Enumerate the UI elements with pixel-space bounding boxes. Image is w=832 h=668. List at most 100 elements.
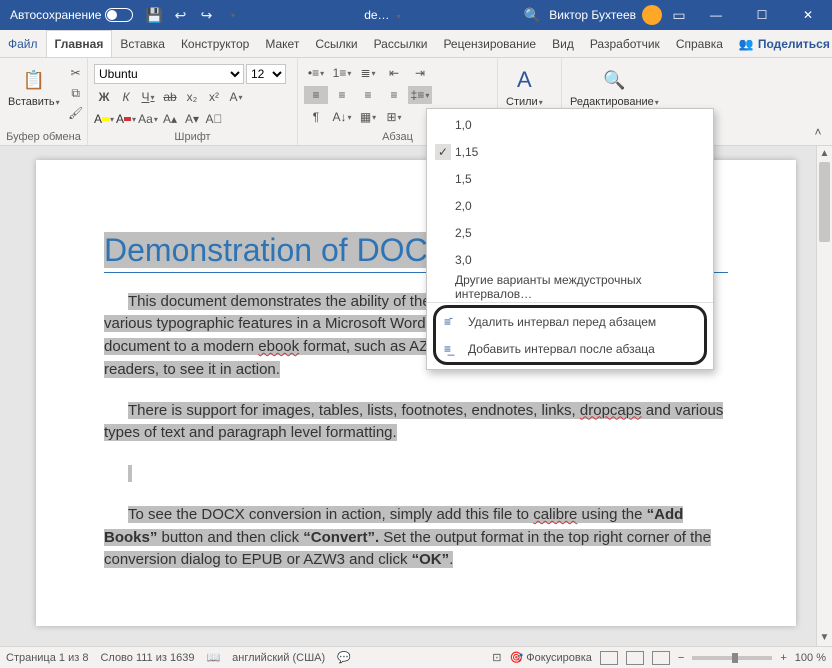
multilevel-button[interactable]: ≣: [356, 64, 380, 82]
paste-icon: 📋: [20, 66, 48, 94]
line-spacing-button[interactable]: ‡≡: [408, 86, 432, 104]
grow-font-button[interactable]: A▴: [160, 110, 180, 128]
view-print-icon[interactable]: [600, 651, 618, 665]
redo-icon[interactable]: ↪: [195, 4, 217, 26]
clear-format-button[interactable]: A⃠: [204, 110, 224, 128]
spacing-1-15[interactable]: 1,15: [427, 138, 713, 165]
superscript-button[interactable]: x²: [204, 88, 224, 106]
justify-button[interactable]: ≡: [382, 86, 406, 104]
search-icon[interactable]: 🔍: [521, 4, 543, 26]
sort-button[interactable]: A↓: [330, 108, 354, 126]
font-family-select[interactable]: Ubuntu: [94, 64, 244, 84]
increase-indent-button[interactable]: ⇥: [408, 64, 432, 82]
close-button[interactable]: ✕: [788, 0, 828, 30]
save-icon[interactable]: 💾: [143, 4, 165, 26]
title-bar: Автосохранение 💾 ↩ ↪ de… 🔍 Виктор Бухтее…: [0, 0, 832, 30]
tab-review[interactable]: Рецензирование: [435, 30, 544, 57]
spacing-1-0[interactable]: 1,0: [427, 111, 713, 138]
underline-button[interactable]: Ч: [138, 88, 158, 106]
maximize-button[interactable]: ☐: [742, 0, 782, 30]
spacing-1-5[interactable]: 1,5: [427, 165, 713, 192]
tab-insert[interactable]: Вставка: [112, 30, 173, 57]
status-page[interactable]: Страница 1 из 8: [6, 652, 88, 664]
scroll-up-icon[interactable]: ▲: [817, 146, 832, 162]
group-font-label: Шрифт: [94, 129, 291, 145]
tab-file[interactable]: Файл: [0, 30, 46, 57]
doc-paragraph-3: To see the DOCX conversion in action, si…: [104, 504, 728, 572]
strike-button[interactable]: ab: [160, 88, 180, 106]
status-words[interactable]: Слово 111 из 1639: [100, 652, 194, 664]
zoom-slider[interactable]: [692, 656, 772, 660]
status-accessibility-icon[interactable]: 💬: [337, 651, 351, 664]
autosave-toggle[interactable]: Автосохранение: [4, 8, 139, 22]
scroll-down-icon[interactable]: ▼: [817, 630, 832, 646]
bullets-button[interactable]: •≡: [304, 64, 328, 82]
align-right-button[interactable]: ≡: [356, 86, 380, 104]
line-spacing-menu: 1,0 1,15 1,5 2,0 2,5 3,0 Другие варианты…: [426, 108, 714, 370]
tab-home[interactable]: Главная: [46, 30, 113, 57]
view-read-icon[interactable]: [626, 651, 644, 665]
status-macro-icon[interactable]: ⊡: [492, 651, 501, 664]
format-painter-icon[interactable]: 🖌: [66, 104, 86, 122]
styles-button[interactable]: A Стили: [504, 64, 545, 110]
shading-button[interactable]: ▦: [356, 108, 380, 126]
tab-help[interactable]: Справка: [668, 30, 731, 57]
bold-button[interactable]: Ж: [94, 88, 114, 106]
collapse-ribbon-icon[interactable]: ˄: [808, 123, 828, 141]
align-left-button[interactable]: ≡: [304, 86, 328, 104]
align-center-button[interactable]: ≡: [330, 86, 354, 104]
spacing-2-5[interactable]: 2,5: [427, 219, 713, 246]
tab-layout[interactable]: Макет: [257, 30, 307, 57]
find-icon: 🔍: [600, 66, 628, 94]
vertical-scrollbar[interactable]: ▲ ▼: [816, 146, 832, 646]
autosave-label: Автосохранение: [10, 8, 101, 22]
italic-button[interactable]: К: [116, 88, 136, 106]
zoom-in-button[interactable]: +: [780, 652, 786, 664]
status-language[interactable]: английский (США): [232, 652, 325, 664]
qat-more-icon[interactable]: [221, 4, 243, 26]
tab-share[interactable]: 👥Поделиться: [731, 30, 832, 57]
spacing-2-0[interactable]: 2,0: [427, 192, 713, 219]
doc-name-dropdown-icon[interactable]: [396, 8, 401, 22]
document-name: de…: [364, 8, 389, 22]
numbering-button[interactable]: 1≡: [330, 64, 354, 82]
add-space-after[interactable]: ≡̲Добавить интервал после абзаца: [436, 335, 704, 362]
cut-icon[interactable]: ✂: [66, 64, 86, 82]
status-bar: Страница 1 из 8 Слово 111 из 1639 📖 англ…: [0, 646, 832, 668]
view-web-icon[interactable]: [652, 651, 670, 665]
tab-references[interactable]: Ссылки: [307, 30, 365, 57]
borders-button[interactable]: ⊞: [382, 108, 406, 126]
shrink-font-button[interactable]: A▾: [182, 110, 202, 128]
status-spellcheck-icon[interactable]: 📖: [206, 651, 220, 664]
zoom-out-button[interactable]: −: [678, 652, 684, 664]
status-focus[interactable]: 🎯 Фокусировка: [509, 651, 591, 664]
tab-view[interactable]: Вид: [544, 30, 582, 57]
toggle-off-icon: [105, 8, 133, 22]
spacing-3-0[interactable]: 3,0: [427, 246, 713, 273]
subscript-button[interactable]: x₂: [182, 88, 202, 106]
doc-paragraph-2: There is support for images, tables, lis…: [104, 400, 728, 446]
decrease-indent-button[interactable]: ⇤: [382, 64, 406, 82]
zoom-level[interactable]: 100 %: [795, 652, 826, 664]
ribbon-display-icon[interactable]: ▭: [668, 4, 690, 26]
text-effects-button[interactable]: A: [226, 88, 246, 106]
highlight-button[interactable]: A: [94, 110, 114, 128]
change-case-button[interactable]: Aa: [138, 110, 158, 128]
editing-button[interactable]: 🔍 Редактирование: [568, 64, 661, 110]
font-color-button[interactable]: A: [116, 110, 136, 128]
font-size-select[interactable]: 12: [246, 64, 286, 84]
tab-mailings[interactable]: Рассылки: [366, 30, 436, 57]
ribbon-tabs: Файл Главная Вставка Конструктор Макет С…: [0, 30, 832, 58]
remove-space-before[interactable]: ≡̄Удалить интервал перед абзацем: [436, 308, 704, 335]
spacing-more[interactable]: Другие варианты междустрочных интервалов…: [427, 273, 713, 300]
paste-button[interactable]: 📋 Вставить: [6, 64, 62, 110]
minimize-button[interactable]: —: [696, 0, 736, 30]
avatar[interactable]: [642, 5, 662, 25]
copy-icon[interactable]: ⧉: [66, 84, 86, 102]
undo-icon[interactable]: ↩: [169, 4, 191, 26]
show-marks-button[interactable]: ¶: [304, 108, 328, 126]
scroll-thumb[interactable]: [819, 162, 830, 242]
tab-developer[interactable]: Разработчик: [582, 30, 668, 57]
tab-design[interactable]: Конструктор: [173, 30, 257, 57]
add-after-icon: ≡̲: [444, 342, 451, 356]
